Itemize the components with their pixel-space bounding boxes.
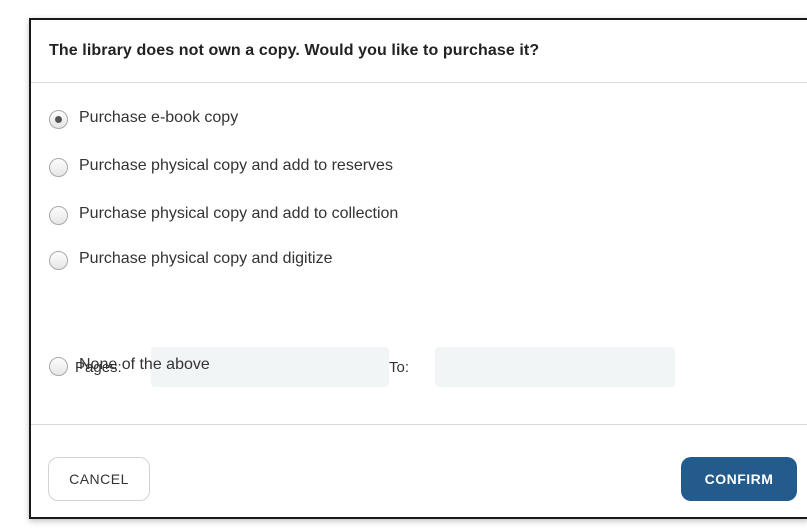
dialog-title: The library does not own a copy. Would y… (49, 42, 540, 59)
confirm-button[interactable]: CONFIRM (681, 457, 797, 501)
option-label: Purchase e-book copy (79, 108, 239, 126)
option-ebook[interactable]: Purchase e-book copy (49, 106, 238, 129)
radio-selected-dot (55, 116, 62, 123)
radio-button[interactable] (49, 158, 68, 177)
dialog-header: The library does not own a copy. Would y… (31, 20, 807, 83)
radio-button-selected[interactable] (49, 110, 68, 129)
radio-button[interactable] (49, 357, 68, 376)
option-label: Purchase physical copy and add to reserv… (79, 156, 393, 174)
option-label: Purchase physical copy and digitize (79, 249, 333, 267)
purchase-dialog: The library does not own a copy. Would y… (29, 18, 807, 519)
option-digitize[interactable]: Purchase physical copy and digitize (49, 247, 332, 270)
pages-to-input[interactable] (435, 347, 675, 387)
option-collection[interactable]: Purchase physical copy and add to collec… (49, 202, 398, 225)
radio-button[interactable] (49, 206, 68, 225)
page: The library does not own a copy. Would y… (0, 0, 807, 528)
pages-to-label: To: (389, 358, 410, 376)
cancel-button[interactable]: CANCEL (48, 457, 150, 501)
radio-button[interactable] (49, 251, 68, 270)
option-none[interactable]: None of the above (49, 353, 210, 376)
option-label: Purchase physical copy and add to collec… (79, 204, 399, 222)
dialog-footer: CANCEL CONFIRM (31, 424, 807, 520)
option-label: None of the above (79, 355, 210, 373)
option-reserves[interactable]: Purchase physical copy and add to reserv… (49, 154, 393, 177)
